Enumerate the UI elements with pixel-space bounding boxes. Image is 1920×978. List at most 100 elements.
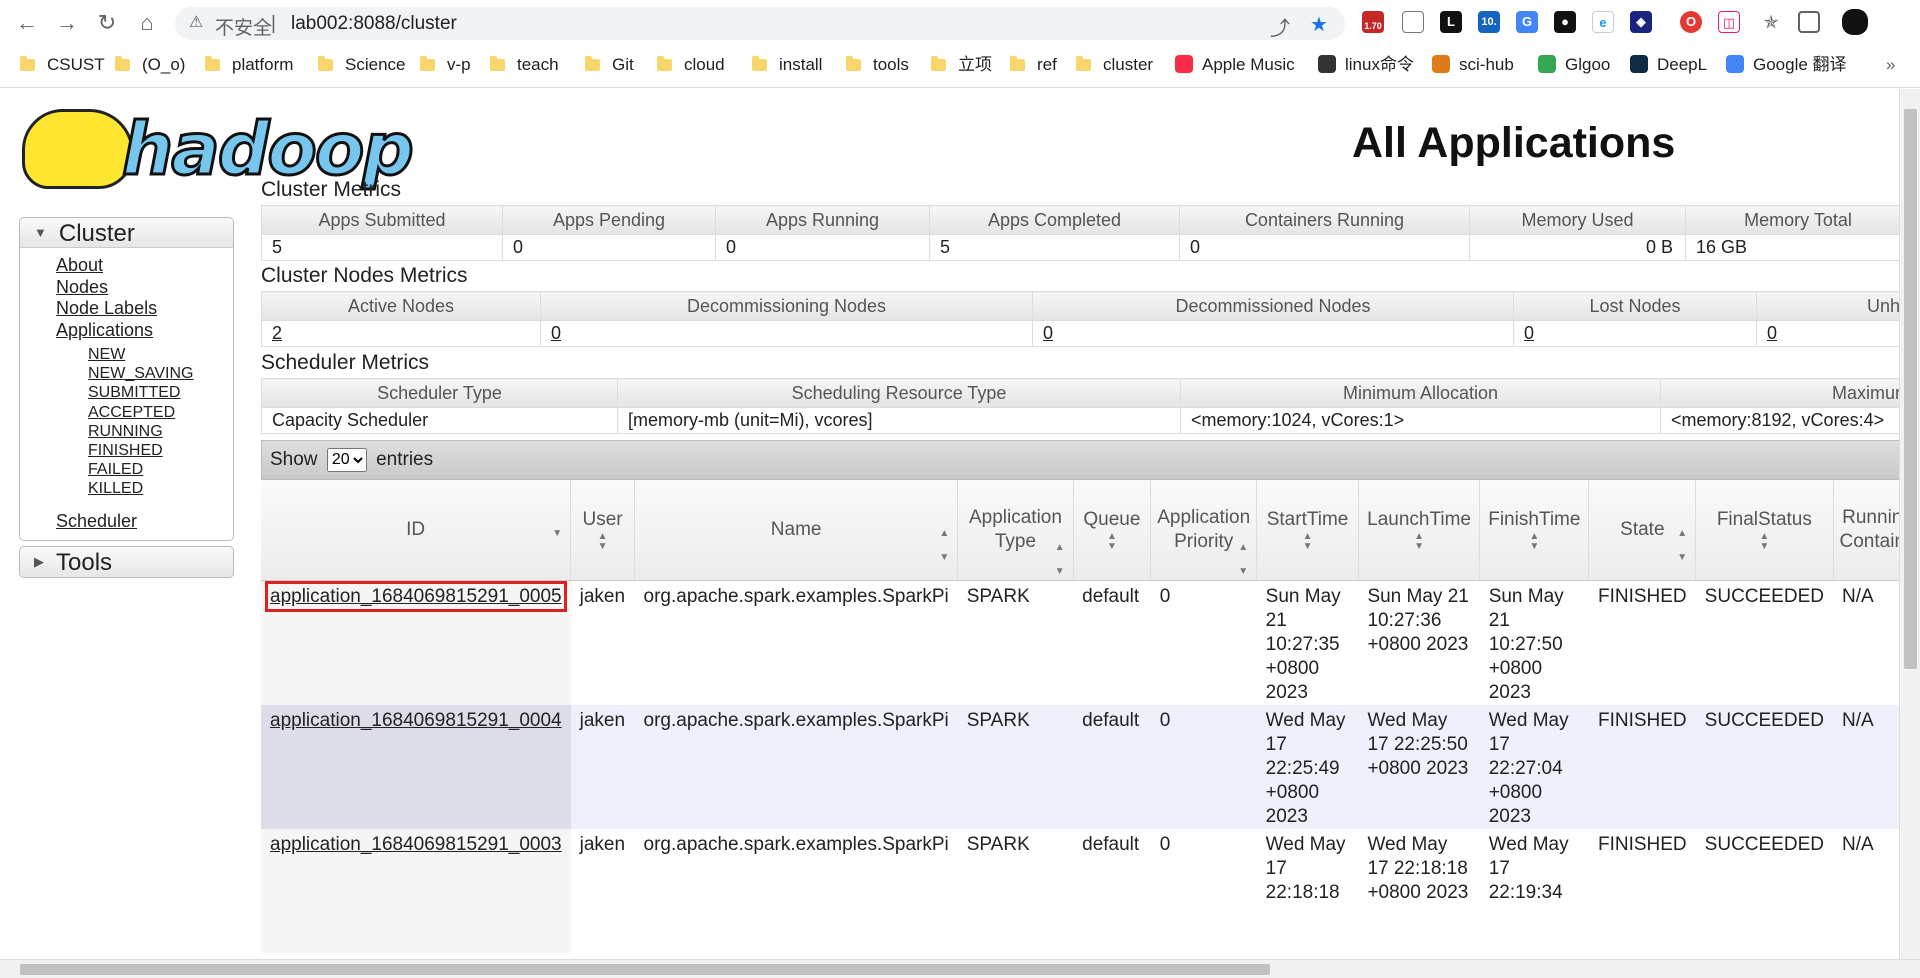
forward-arrow-icon[interactable]: →	[54, 10, 80, 36]
bookmark-folder[interactable]: tools	[846, 53, 909, 77]
bookmark-folder[interactable]: cloud	[657, 53, 725, 77]
nodes-metrics-value-row: 2 0 0 0 0	[261, 320, 1899, 347]
home-icon[interactable]: ⌂	[134, 10, 160, 36]
code-extension-icon[interactable]: L	[1440, 11, 1462, 33]
nav-link-state-new-saving[interactable]: NEW_SAVING	[56, 364, 233, 383]
unhealthy-nodes-link[interactable]: 0	[1767, 323, 1777, 343]
folder-icon	[846, 56, 861, 71]
decommissioning-nodes-link[interactable]: 0	[551, 323, 561, 343]
bookmark-site[interactable]: DeepL	[1630, 53, 1707, 77]
extension-badge-icon[interactable]: 1.70	[1362, 11, 1384, 33]
nav-link-applications[interactable]: Applications	[56, 320, 233, 342]
entries-select[interactable]: 20	[326, 447, 367, 472]
cluster-nav-header[interactable]: ▼ Cluster	[20, 218, 233, 248]
active-nodes-link[interactable]: 2	[272, 323, 282, 343]
ten-extension-icon[interactable]: 10.	[1478, 11, 1500, 33]
nav-link-state-finished[interactable]: FINISHED	[56, 441, 233, 460]
column-header-name[interactable]: Name ▲ ▼	[634, 480, 959, 581]
nav-link-node-labels[interactable]: Node Labels	[56, 298, 233, 320]
url-text[interactable]: lab002:8088/cluster	[291, 13, 457, 35]
sidepanel-icon[interactable]	[1798, 11, 1820, 33]
bookmark-site[interactable]: Apple Music	[1175, 53, 1295, 77]
bookmark-site[interactable]: Glgoo	[1538, 53, 1610, 77]
bookmark-folder[interactable]: (O_o)	[115, 53, 185, 77]
bookmark-folder[interactable]: Science	[318, 53, 405, 77]
translate-extension-icon[interactable]: G	[1516, 11, 1538, 33]
shield-extension-icon[interactable]: ◆	[1630, 11, 1652, 33]
document-extension-icon[interactable]	[1402, 11, 1424, 33]
column-header-finishtime[interactable]: FinishTime ▲ ▼	[1479, 480, 1590, 581]
horizontal-scrollbar[interactable]	[0, 959, 1920, 978]
nav-link-nodes[interactable]: Nodes	[56, 277, 233, 299]
lost-nodes-link[interactable]: 0	[1524, 323, 1534, 343]
cell-state: FINISHED	[1588, 704, 1696, 829]
tools-nav-header[interactable]: ▶ Tools	[20, 547, 233, 578]
column-header-finalstatus[interactable]: FinalStatus ▲ ▼	[1695, 480, 1834, 581]
bookmark-folder[interactable]: v-p	[420, 53, 471, 77]
metric-header: Decommissioned Nodes	[1032, 291, 1514, 321]
nav-link-state-killed[interactable]: KILLED	[56, 479, 233, 498]
share-icon[interactable]: ⤴	[1270, 12, 1290, 41]
bookmark-folder[interactable]: 立项	[931, 53, 992, 77]
show-label: Show	[270, 449, 318, 470]
avatar[interactable]	[1842, 9, 1868, 35]
more-bookmarks-icon[interactable]: »	[1886, 53, 1895, 77]
nav-link-state-submitted[interactable]: SUBMITTED	[56, 383, 233, 402]
nav-link-about[interactable]: About	[56, 255, 233, 277]
bookmark-folder[interactable]: teach	[490, 53, 559, 77]
bookmark-label: cluster	[1103, 55, 1154, 74]
puzzle-icon[interactable]: ✯	[1760, 11, 1782, 33]
metric-header: Apps Pending	[502, 205, 716, 235]
cell-start: Wed May 17 22:18:18	[1256, 828, 1359, 953]
bookmark-folder[interactable]: cluster	[1076, 53, 1153, 77]
bookmark-site[interactable]: Google 翻译	[1726, 53, 1847, 77]
column-label: Application Type	[968, 506, 1062, 552]
cell-running: N/A	[1833, 704, 1899, 829]
nav-link-state-accepted[interactable]: ACCEPTED	[56, 403, 233, 422]
horizontal-scroll-thumb[interactable]	[20, 964, 1270, 975]
tv-extension-icon[interactable]: ◫	[1718, 11, 1740, 33]
application-id-link[interactable]: application_1684069815291_0003	[270, 834, 562, 855]
vertical-scroll-thumb[interactable]	[1904, 109, 1917, 669]
cell-name: org.apache.spark.examples.SparkPi	[634, 828, 958, 953]
column-header-starttime[interactable]: StartTime ▲ ▼	[1256, 480, 1359, 581]
column-header-user[interactable]: User ▲ ▼	[570, 480, 636, 581]
column-header-launchtime[interactable]: LaunchTime ▲ ▼	[1358, 480, 1481, 581]
reload-icon[interactable]: ↻	[94, 10, 120, 36]
nav-link-state-running[interactable]: RUNNING	[56, 422, 233, 441]
ie-extension-icon[interactable]: e	[1592, 11, 1614, 33]
bookmark-site[interactable]: sci-hub	[1432, 53, 1514, 77]
column-header-state[interactable]: State ▲ ▼	[1588, 480, 1697, 581]
bookmark-label: Git	[612, 55, 634, 74]
side-navigation: ▼ Cluster About Nodes Node Labels Applica…	[19, 217, 234, 583]
table-row: application_1684069815291_0003 jaken org.a…	[261, 828, 1899, 953]
glasses-extension-icon[interactable]: ●	[1554, 11, 1576, 33]
site-favicon-icon	[1726, 55, 1744, 73]
nav-link-scheduler[interactable]: Scheduler	[56, 511, 233, 533]
opera-extension-icon[interactable]: O	[1680, 11, 1702, 33]
bookmark-star-icon[interactable]: ★	[1310, 12, 1328, 37]
column-header-queue[interactable]: Queue ▲ ▼	[1073, 480, 1152, 581]
bookmark-folder[interactable]: CSUST	[20, 53, 105, 77]
bookmark-folder[interactable]: platform	[205, 53, 293, 77]
metric-header: Scheduling Resource Type	[617, 378, 1181, 408]
column-header-running-containers[interactable]: Runnin Contain	[1833, 480, 1899, 581]
nav-link-state-failed[interactable]: FAILED	[56, 460, 233, 479]
bookmark-folder[interactable]: Git	[585, 53, 634, 77]
bookmark-site[interactable]: linux命令	[1318, 53, 1414, 77]
folder-icon	[205, 56, 220, 71]
back-arrow-icon[interactable]: ←	[14, 10, 40, 36]
application-id-link[interactable]: application_1684069815291_0005	[265, 580, 567, 612]
column-header-application-type[interactable]: Application Type ▲ ▼	[957, 480, 1074, 581]
bookmark-folder[interactable]: ref	[1010, 53, 1057, 77]
column-header-priority[interactable]: Application Priority ▲ ▼	[1150, 480, 1258, 581]
sort-icon: ▲ ▼	[1414, 530, 1425, 552]
decommissioned-nodes-link[interactable]: 0	[1043, 323, 1053, 343]
application-id-link[interactable]: application_1684069815291_0004	[270, 710, 562, 731]
bookmark-folder[interactable]: install	[752, 53, 822, 77]
column-header-id[interactable]: ID ▼	[261, 480, 572, 581]
vertical-scrollbar[interactable]	[1899, 89, 1920, 959]
nav-link-state-new[interactable]: NEW	[56, 345, 233, 364]
metric-header: Scheduler Type	[261, 378, 618, 408]
address-bar[interactable]: ⚠ 不安全 | lab002:8088/cluster ⤴ ★	[175, 7, 1345, 40]
